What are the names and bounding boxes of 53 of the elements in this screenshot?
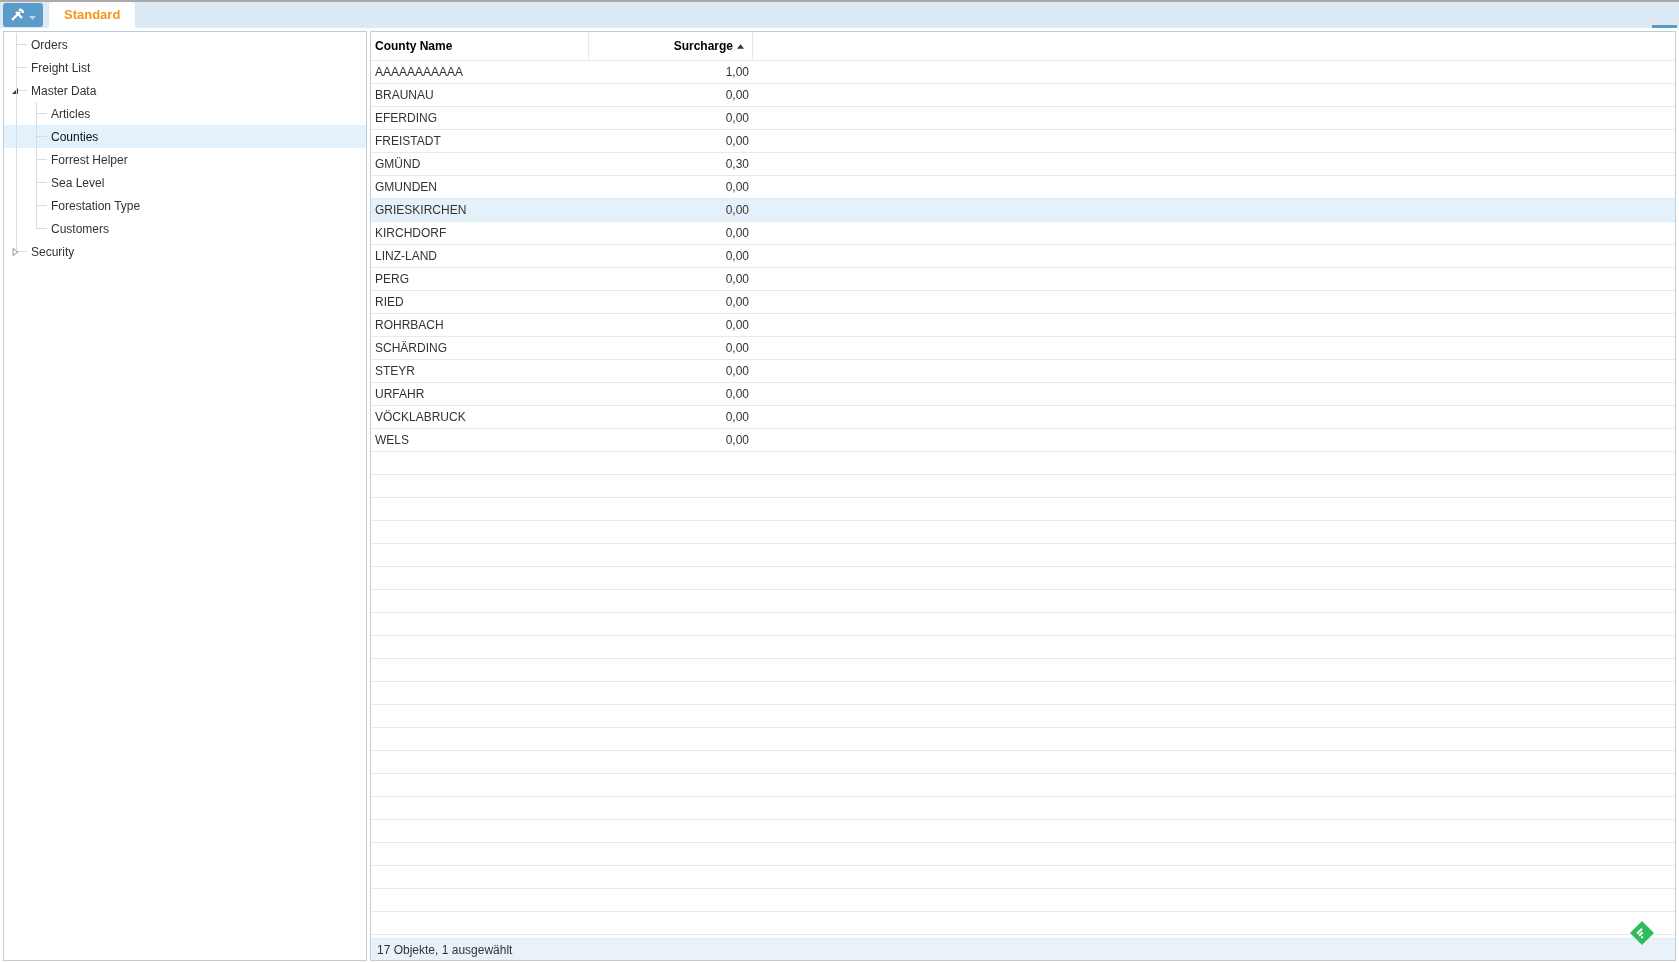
- table-cell-text: 0,00: [724, 271, 750, 288]
- table-cell-text: 0,00: [724, 179, 750, 196]
- tree-item[interactable]: Orders: [31, 35, 68, 54]
- diamond-lines-icon[interactable]: [1629, 920, 1655, 946]
- table-cell-text: 0,00: [724, 363, 750, 380]
- table-cell-text: FREISTADT: [374, 133, 442, 150]
- table-cell-text: 1,00: [724, 64, 750, 81]
- table-cell-text: ROHRBACH: [374, 317, 445, 334]
- table-cell-text: PERG: [374, 271, 410, 288]
- table-cell-text: 0,00: [724, 133, 750, 150]
- table-cell-text: BRAUNAU: [374, 87, 435, 104]
- table-cell-text: 0,00: [724, 248, 750, 265]
- table-cell-text: LINZ-LAND: [374, 248, 438, 265]
- tools-menu-button[interactable]: [3, 3, 43, 27]
- table-cell-text: AAAAAAAAAAA: [374, 64, 465, 81]
- tree-item[interactable]: Master Data: [31, 81, 97, 100]
- column-header[interactable]: County Name: [371, 32, 589, 60]
- expand-icon[interactable]: [12, 248, 19, 256]
- table-cell-text: STEYR: [374, 363, 416, 380]
- table-cell-text: SCHÄRDING: [374, 340, 448, 357]
- table-cell-text: EFERDING: [374, 110, 438, 127]
- table-cell-text: 0,00: [724, 225, 750, 242]
- table-cell-text: 0,00: [724, 340, 750, 357]
- table-cell-text: 0,00: [724, 386, 750, 403]
- table-cell-text: 0,00: [724, 432, 750, 449]
- table-cell-text: VÖCKLABRUCK: [374, 409, 467, 426]
- table-cell-text: 0,00: [724, 202, 750, 219]
- table-cell-text: GMÜND: [374, 156, 422, 173]
- caret-icon: [29, 16, 36, 20]
- tree-item[interactable]: Sea Level: [51, 173, 105, 192]
- table-cell-text: WELS: [374, 432, 410, 449]
- table-row[interactable]: GRIESKIRCHEN 0,00: [371, 199, 1675, 222]
- table-cell-text: URFAHR: [374, 386, 426, 403]
- tree-item[interactable]: Counties: [51, 127, 99, 146]
- column-header[interactable]: Surcharge: [589, 32, 753, 60]
- tree-item[interactable]: Security: [31, 242, 75, 261]
- table-cell-text: GMUNDEN: [374, 179, 438, 196]
- tree-item[interactable]: Forrest Helper: [51, 150, 128, 169]
- table-cell-text: 0,00: [724, 317, 750, 334]
- table-cell-text: RIED: [374, 294, 405, 311]
- table-cell-text: KIRCHDORF: [374, 225, 448, 242]
- table-cell-text: 0,00: [724, 87, 750, 104]
- table-cell-text: 0,00: [724, 110, 750, 127]
- table-cell-text: 0,00: [724, 409, 750, 426]
- table-cell-text: 0,30: [724, 156, 750, 173]
- table-cell-text: GRIESKIRCHEN: [374, 202, 468, 219]
- tools-icon: [10, 8, 26, 22]
- table-cell-text: 0,00: [724, 294, 750, 311]
- tree-item[interactable]: Freight List: [31, 58, 91, 77]
- tree-item[interactable]: Forestation Type: [51, 196, 141, 215]
- tree-item[interactable]: Articles: [51, 104, 91, 123]
- status-text: 17 Objekte, 1 ausgewählt: [377, 941, 513, 959]
- tree-item[interactable]: Customers: [51, 219, 109, 238]
